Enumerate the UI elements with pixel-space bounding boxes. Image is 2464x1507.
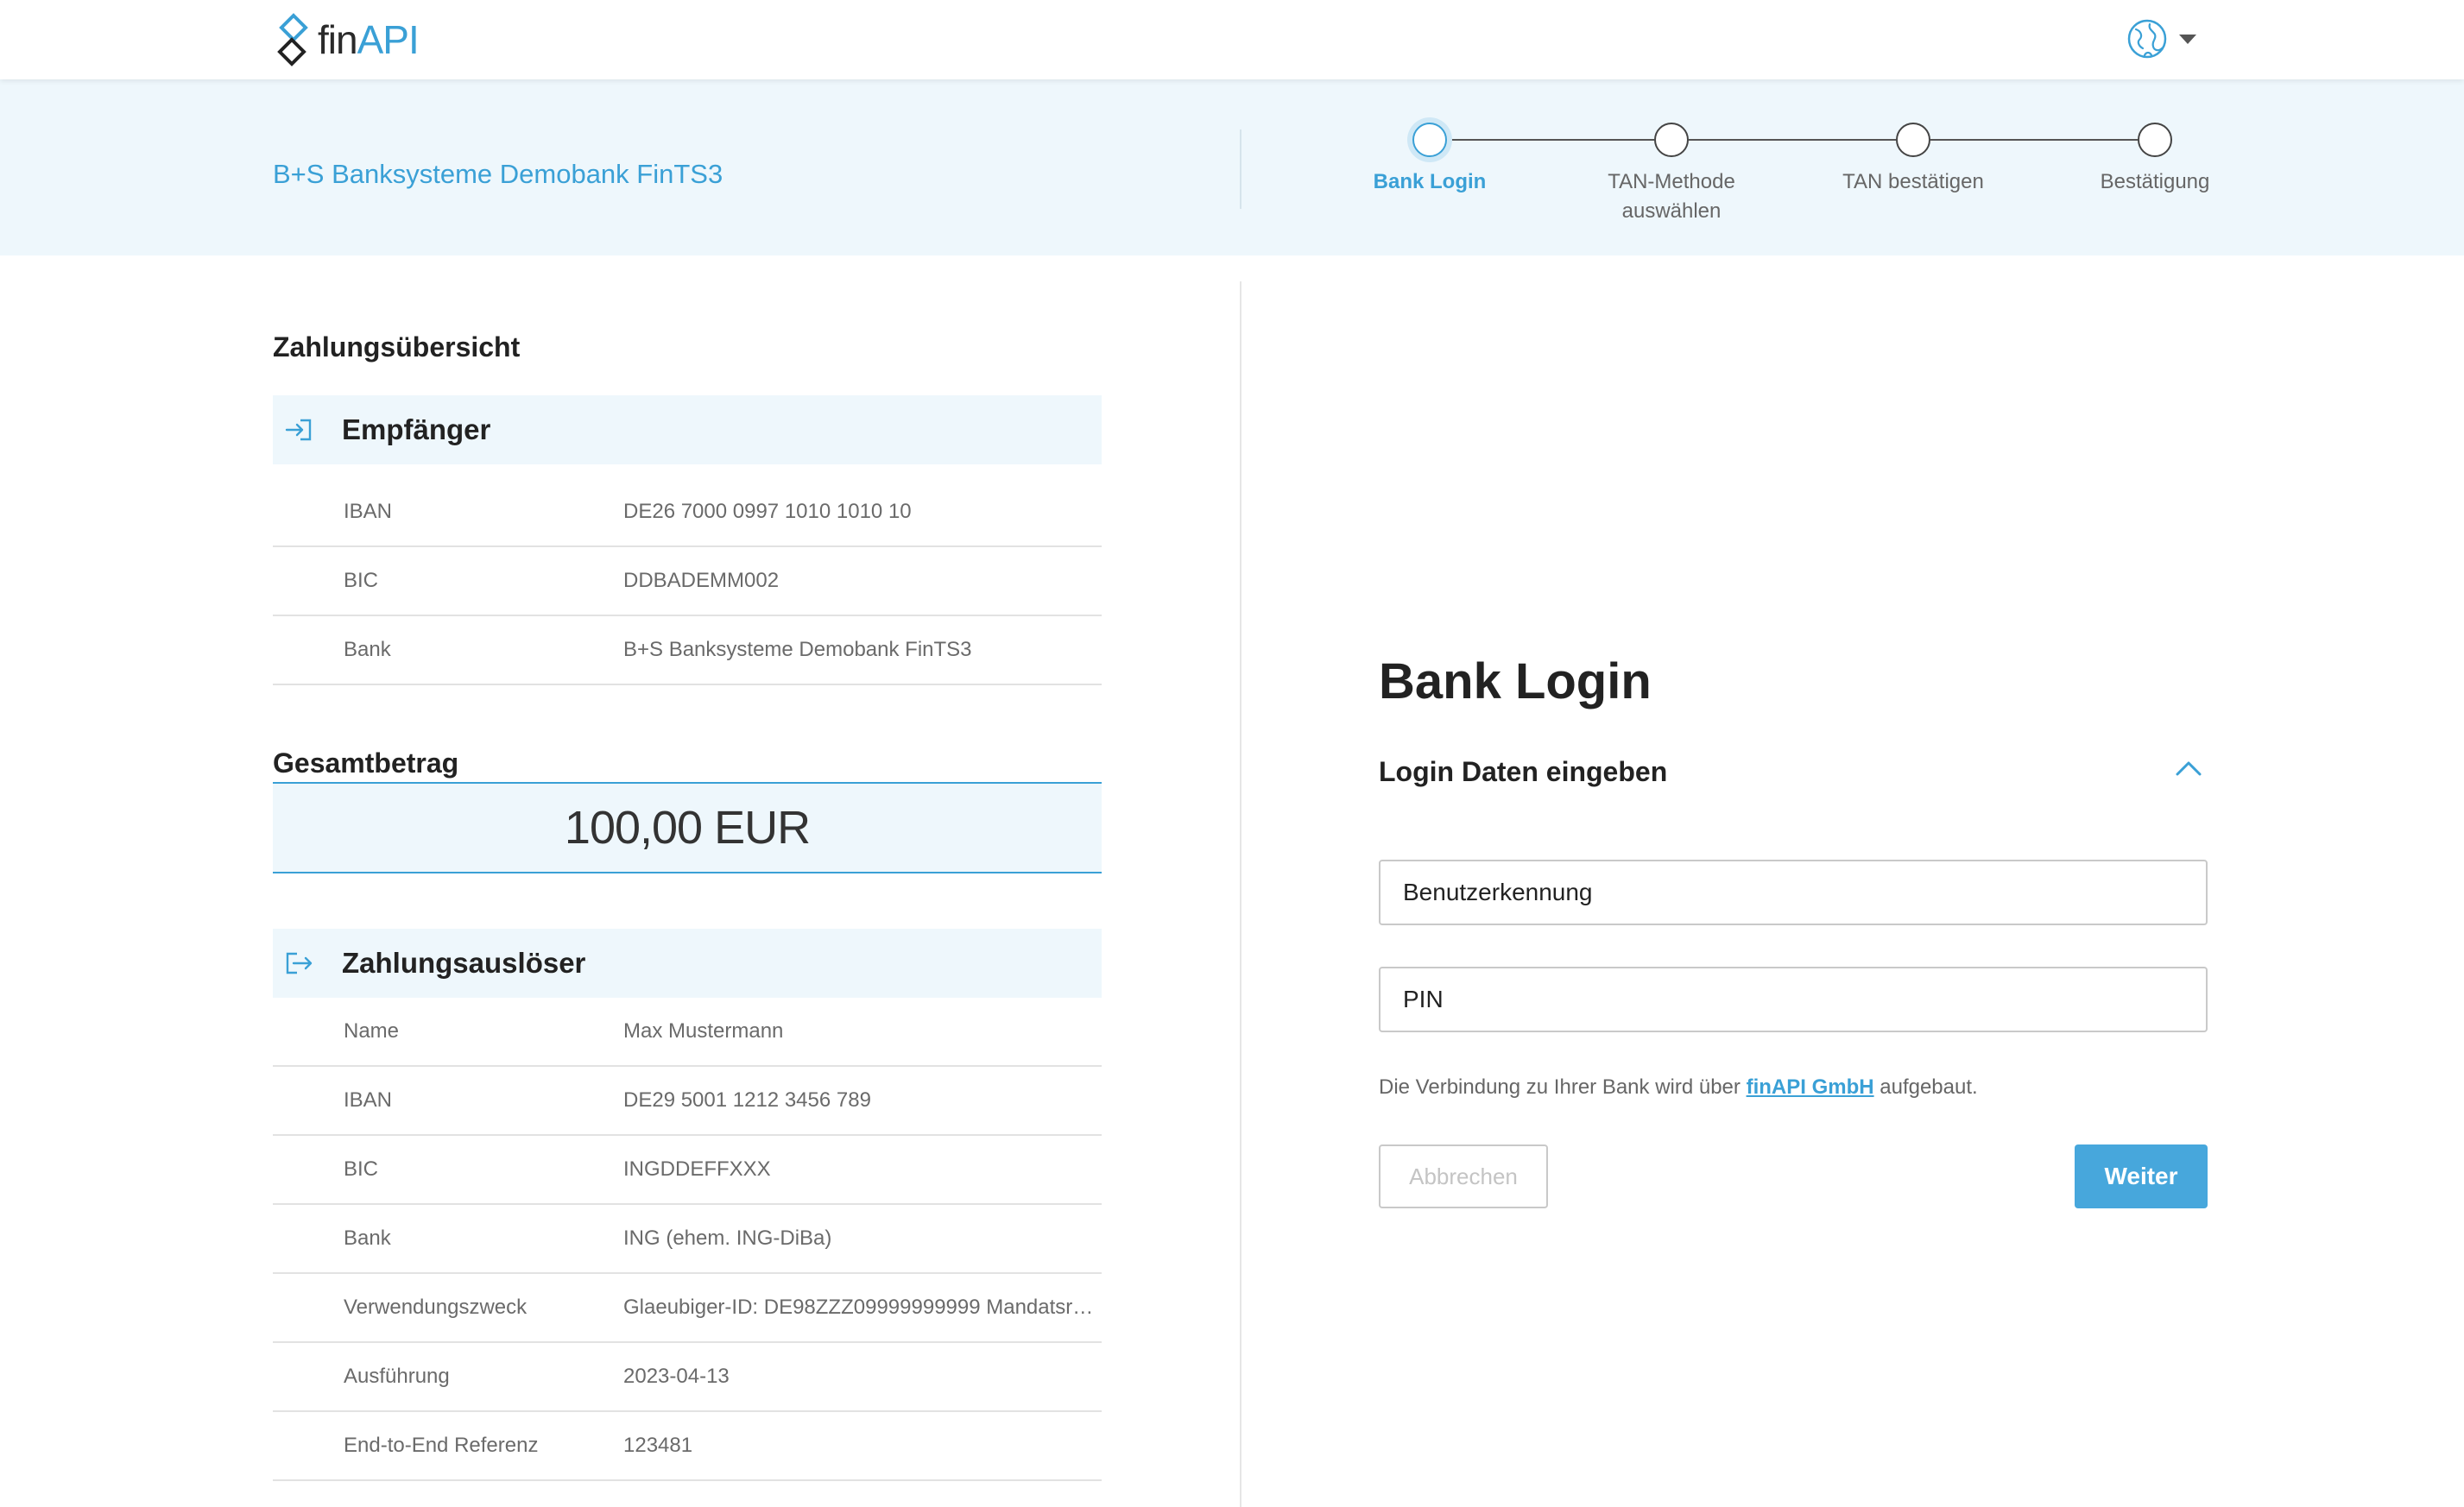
main-divider <box>1240 281 1241 1507</box>
bank-name: B+S Banksysteme Demobank FinTS3 <box>273 159 723 189</box>
step-label-tan-confirm: TAN bestätigen <box>1842 170 1984 193</box>
row-value: ING (ehem. ING-DiBa) <box>623 1226 832 1250</box>
payer-row-bic: BIC INGDDEFFXXX <box>273 1136 1102 1205</box>
connection-info: Die Verbindung zu Ihrer Bank wird über f… <box>1379 1075 1978 1100</box>
recipient-title: Empfänger <box>342 413 491 445</box>
username-input[interactable] <box>1379 860 2208 925</box>
step-label-bank-login: Bank Login <box>1373 170 1487 193</box>
payer-row-name: Name Max Mustermann <box>273 998 1102 1067</box>
sign-in-icon <box>283 417 318 443</box>
row-value: INGDDEFFXXX <box>623 1157 771 1181</box>
row-value: DE26 7000 0997 1010 1010 10 <box>623 500 912 523</box>
info-suffix: aufgebaut. <box>1873 1075 1978 1099</box>
row-key: IBAN <box>344 500 393 523</box>
bank-login-title: Bank Login <box>1379 653 1652 709</box>
step-circle-tan-confirm <box>1896 123 1930 157</box>
sign-out-icon <box>283 950 318 976</box>
chevron-down-icon <box>2179 34 2196 44</box>
login-data-subtitle: Login Daten eingeben <box>1379 756 1668 787</box>
step-circle-tan-method <box>1654 123 1689 157</box>
row-key: Ausführung <box>344 1365 450 1388</box>
globe-icon <box>2127 19 2167 59</box>
payer-row-bank: Bank ING (ehem. ING-DiBa) <box>273 1205 1102 1274</box>
pin-input[interactable] <box>1379 967 2208 1032</box>
info-prefix: Die Verbindung zu Ihrer Bank wird über <box>1379 1075 1747 1099</box>
row-key: Bank <box>344 638 391 661</box>
top-bar: finAPI <box>0 0 2464 79</box>
payer-header: Zahlungsauslöser <box>273 929 1102 998</box>
row-value: B+S Banksysteme Demobank FinTS3 <box>623 638 972 661</box>
row-key: BIC <box>344 569 379 592</box>
language-selector[interactable] <box>2126 17 2196 60</box>
step-label-confirmation: Bestätigung <box>2100 170 2210 193</box>
payer-row-purpose: Verwendungszweck Glaeubiger-ID: DE98ZZZ0… <box>273 1274 1102 1343</box>
finapi-logo-icon <box>277 13 308 66</box>
next-button[interactable]: Weiter <box>2075 1144 2208 1208</box>
row-value: DE29 5001 1212 3456 789 <box>623 1088 871 1112</box>
recipient-row-iban: IBAN DE26 7000 0997 1010 1010 10 <box>273 478 1102 547</box>
chevron-up-icon[interactable] <box>2174 758 2203 779</box>
recipient-header: Empfänger <box>273 395 1102 464</box>
payer-row-execution: Ausführung 2023-04-13 <box>273 1343 1102 1412</box>
payer-row-iban: IBAN DE29 5001 1212 3456 789 <box>273 1067 1102 1136</box>
payer-row-e2e-reference: End-to-End Referenz 123481 <box>273 1412 1102 1481</box>
row-value: 123481 <box>623 1434 693 1457</box>
finapi-gmbh-link[interactable]: finAPI GmbH <box>1747 1075 1874 1099</box>
row-value: 2023-04-13 <box>623 1365 730 1388</box>
row-key: Verwendungszweck <box>344 1296 528 1319</box>
band-divider <box>1240 129 1241 209</box>
logo-fin-text: fin <box>318 17 358 62</box>
step-connector <box>1689 139 1896 141</box>
total-label: Gesamtbetrag <box>273 747 459 779</box>
row-key: Bank <box>344 1226 391 1250</box>
row-key: IBAN <box>344 1088 393 1112</box>
step-connector <box>1447 139 1654 141</box>
row-key: End-to-End Referenz <box>344 1434 539 1457</box>
row-key: Name <box>344 1019 400 1043</box>
step-connector <box>1930 139 2138 141</box>
row-value: DDBADEMM002 <box>623 569 780 592</box>
step-circle-bank-login <box>1412 123 1447 157</box>
cancel-button[interactable]: Abbrechen <box>1379 1144 1548 1208</box>
payer-title: Zahlungsauslöser <box>342 947 586 979</box>
row-value: Max Mustermann <box>623 1019 784 1043</box>
summary-title: Zahlungsübersicht <box>273 331 521 363</box>
row-value: Glaeubiger-ID: DE98ZZZ09999999999 Mandat… <box>623 1296 1098 1319</box>
row-key: BIC <box>344 1157 379 1181</box>
step-circle-confirmation <box>2138 123 2172 157</box>
recipient-row-bic: BIC DDBADEMM002 <box>273 547 1102 616</box>
total-amount: 100,00 EUR <box>273 782 1102 873</box>
logo-api-text: API <box>357 17 420 62</box>
finapi-logo[interactable]: finAPI <box>273 10 420 69</box>
step-label-tan-method: TAN-Methode auswählen <box>1608 170 1735 223</box>
recipient-row-bank: Bank B+S Banksysteme Demobank FinTS3 <box>273 616 1102 685</box>
